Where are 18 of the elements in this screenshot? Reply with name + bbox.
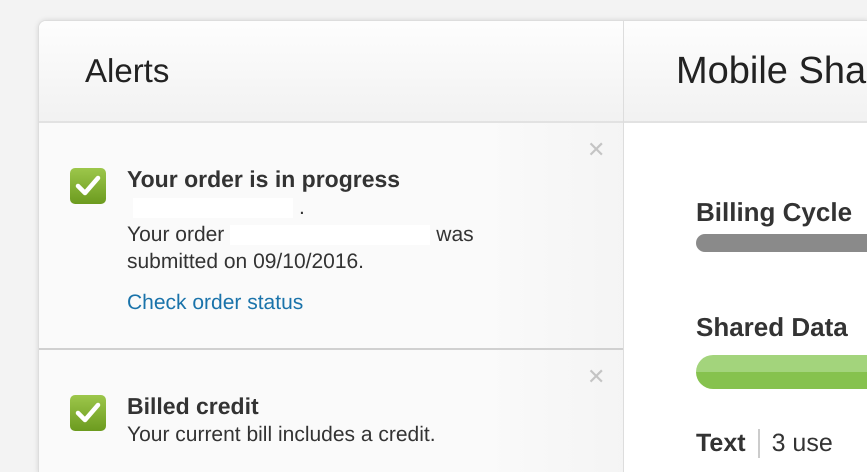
check-status-link[interactable]: Check order status bbox=[127, 289, 474, 316]
usage-value: 3 use bbox=[772, 429, 833, 458]
alert-title: Billed credit bbox=[127, 392, 260, 421]
alert-text: Your order bbox=[127, 222, 224, 248]
check-icon bbox=[69, 167, 107, 205]
check-icon bbox=[69, 394, 107, 432]
meter-label: Shared Data bbox=[696, 312, 849, 343]
alert-title: Your order is in progress bbox=[127, 165, 402, 194]
panel-title: Mobile Sha bbox=[676, 50, 866, 92]
alert-text: . bbox=[299, 195, 305, 221]
close-button[interactable]: ✕ bbox=[587, 141, 605, 159]
meter-label: Billing Cycle bbox=[696, 197, 854, 228]
alert-text: was bbox=[436, 222, 474, 248]
close-button[interactable]: ✕ bbox=[587, 368, 605, 386]
usage-label: Text bbox=[696, 429, 760, 458]
alert-text: submitted on 09/10/2016. bbox=[127, 249, 366, 275]
panel-title: Alerts bbox=[85, 52, 170, 90]
alert-text: Your current bill includes a credit. bbox=[127, 422, 436, 448]
